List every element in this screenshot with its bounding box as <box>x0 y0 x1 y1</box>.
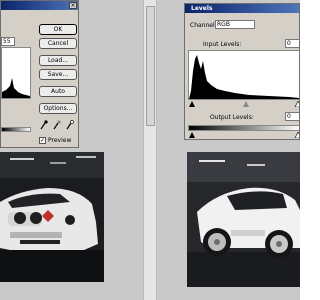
output-sliders[interactable] <box>187 132 300 138</box>
output-levels-label: Output Levels: <box>210 114 254 121</box>
input-levels-field[interactable]: 55 <box>1 37 15 46</box>
ok-button[interactable]: OK <box>39 24 77 35</box>
dialog-titlebar[interactable]: × <box>1 1 78 10</box>
output-levels-field[interactable]: 0 <box>285 112 299 121</box>
white-point-eyedropper-icon[interactable] <box>66 120 74 130</box>
load-button[interactable]: Load... <box>39 55 77 66</box>
scrollbar-thumb[interactable] <box>146 6 155 126</box>
preview-label: Preview <box>48 137 72 144</box>
histogram-graph <box>2 78 30 98</box>
dialog-title: Levels <box>191 5 213 12</box>
input-levels-label: Input Levels: <box>203 41 242 48</box>
car-photo-right <box>187 152 300 287</box>
histogram-panel <box>1 47 31 99</box>
eyedropper-group <box>39 120 78 130</box>
output-gradient-bar <box>1 127 31 132</box>
preview-checkbox[interactable]: ✓ <box>39 137 46 144</box>
cancel-button[interactable]: Cancel <box>39 38 77 49</box>
gray-point-eyedropper-icon[interactable] <box>53 120 61 130</box>
levels-dialog-left: × 55 OK Cancel Load... Save... Auto Opti… <box>0 0 79 148</box>
vertical-scrollbar[interactable] <box>143 0 157 300</box>
channel-select[interactable]: RGB <box>215 20 255 29</box>
car-photo-left <box>0 152 104 282</box>
save-button[interactable]: Save... <box>39 69 77 80</box>
input-sliders[interactable] <box>187 101 300 107</box>
output-gradient-bar <box>188 125 299 131</box>
input-levels-field[interactable]: 0 <box>285 39 299 48</box>
options-button[interactable]: Options... <box>39 103 77 114</box>
channel-label: Channel: <box>190 22 217 29</box>
auto-button[interactable]: Auto <box>39 86 77 97</box>
black-point-eyedropper-icon[interactable] <box>40 120 48 130</box>
histogram-panel <box>188 50 299 100</box>
left-workspace: × 55 OK Cancel Load... Save... Auto Opti… <box>0 0 143 300</box>
levels-dialog-right: Levels Channel: RGB Input Levels: 0 Outp… <box>184 3 300 140</box>
dialog-titlebar[interactable]: Levels <box>185 4 299 13</box>
histogram-graph <box>189 55 299 99</box>
close-icon[interactable]: × <box>69 2 77 9</box>
